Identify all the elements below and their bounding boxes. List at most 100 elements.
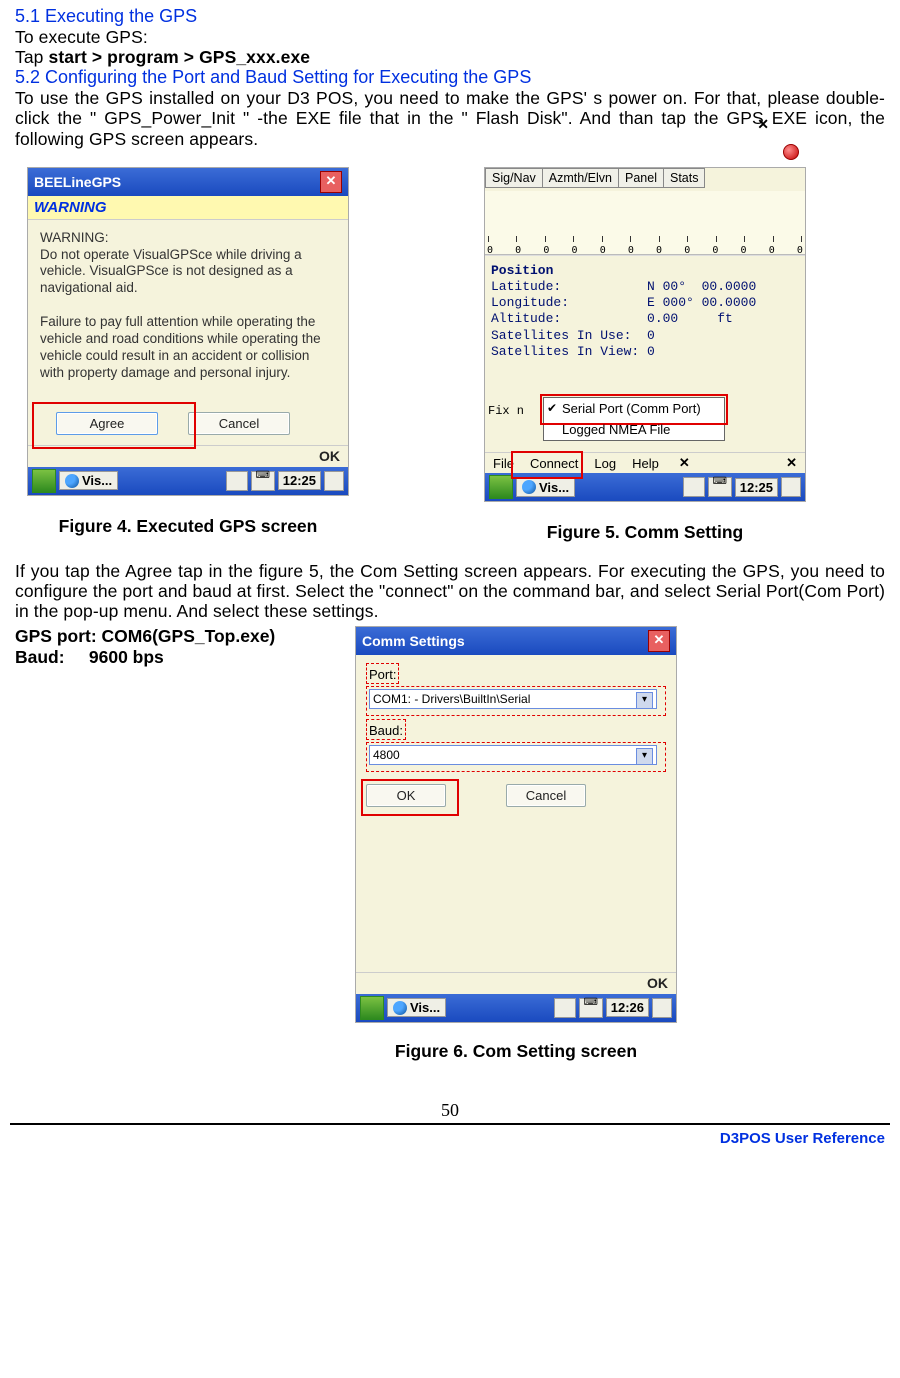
keyboard-icon[interactable]: ⌨ [579, 998, 603, 1018]
port-label: Port: [369, 667, 396, 682]
warning-text: WARNING: Do not operate VisualGPSce whil… [28, 220, 348, 408]
highlight-box [32, 402, 196, 449]
taskbar-time: 12:25 [735, 478, 778, 497]
sat-val: 0 [487, 245, 493, 256]
sat-val: 0 [684, 245, 690, 256]
cancel-button[interactable]: Cancel [506, 784, 586, 807]
screens-icon[interactable] [781, 477, 801, 497]
sat-val: 0 [515, 245, 521, 256]
tab-azmth[interactable]: Azmth/Elvn [542, 168, 619, 188]
sat-val: 0 [543, 245, 549, 256]
close-icon[interactable]: ✕ [778, 453, 805, 473]
cancel-button[interactable]: Cancel [188, 412, 290, 435]
start-icon[interactable] [360, 996, 384, 1020]
screens-icon[interactable] [324, 471, 344, 491]
sat-val: 0 [741, 245, 747, 256]
heading-5-2: 5.2 Configuring the Port and Baud Settin… [15, 67, 885, 88]
satellite-bars: 0 0 0 0 0 0 0 0 0 0 0 0 [485, 191, 805, 255]
figure-6-screenshot: Comm Settings ✕ Port: COM1: - Drivers\Bu… [355, 626, 677, 1023]
taskbar: Vis... ⌨ 12:25 [28, 467, 348, 495]
chevron-down-icon[interactable]: ▾ [636, 748, 653, 765]
footer-text: D3POS User Reference [0, 1130, 900, 1155]
close-icon[interactable]: ✕ [671, 453, 698, 473]
baud-label: Baud: [369, 723, 403, 738]
globe-icon [65, 474, 79, 488]
sat-val: 0 [712, 245, 718, 256]
text-to-execute: To execute GPS: [15, 27, 885, 47]
menubar: File Connect Log Help ✕ ✕ [485, 452, 805, 473]
taskbar-app-label: Vis... [410, 1000, 440, 1015]
taskbar-app-label: Vis... [539, 480, 569, 495]
sat-val: 0 [628, 245, 634, 256]
port-value: COM1: - Drivers\BuiltIn\Serial [373, 692, 530, 706]
record-icon[interactable] [783, 144, 799, 160]
para-after-figs: If you tap the Agree tap in the figure 5… [15, 561, 885, 621]
screens-icon[interactable] [652, 998, 672, 1018]
figure-5-screenshot: Sig/Nav Azmth/Elvn Panel Stats 0 0 0 0 [484, 167, 806, 503]
chevron-down-icon[interactable]: ▾ [636, 692, 653, 709]
warning-label: WARNING [28, 196, 348, 220]
fix-label: Fix n [488, 404, 524, 418]
figure-6-caption: Figure 6. Com Setting screen [355, 1041, 677, 1062]
tab-stats[interactable]: Stats [663, 168, 706, 188]
taskbar: Vis... ⌨ 12:26 [356, 994, 676, 1022]
taskbar-time: 12:26 [606, 998, 649, 1017]
taskbar-app[interactable]: Vis... [516, 478, 575, 497]
highlight-box [511, 451, 583, 479]
speaker-icon[interactable] [226, 471, 248, 491]
tap-path: start > program > GPS_xxx.exe [48, 47, 310, 67]
window-titlebar: Comm Settings ✕ [356, 627, 676, 655]
window-title: Comm Settings [362, 633, 465, 649]
close-icon[interactable]: ✕ [648, 630, 670, 652]
keyboard-icon[interactable]: ⌨ [708, 477, 732, 497]
globe-icon [393, 1001, 407, 1015]
popup-menu: ✔ Serial Port (Comm Port) Logged NMEA Fi… [543, 397, 725, 441]
sat-val: 0 [572, 245, 578, 256]
footer-line [10, 1123, 890, 1125]
keyboard-icon[interactable]: ⌨ [251, 471, 275, 491]
close-icon[interactable]: ✕ [757, 116, 769, 133]
start-icon[interactable] [32, 469, 56, 493]
settings-baud-line: Baud: 9600 bps [15, 647, 315, 668]
taskbar-time: 12:25 [278, 471, 321, 490]
taskbar-app[interactable]: Vis... [59, 471, 118, 490]
check-icon: ✔ [547, 401, 557, 415]
figure-5-caption: Figure 5. Comm Setting [484, 522, 806, 543]
para-5-2: To use the GPS installed on your D3 POS,… [15, 88, 885, 148]
speaker-icon[interactable] [554, 998, 576, 1018]
close-icon[interactable]: ✕ [320, 171, 342, 193]
position-block: Position Latitude: N 00° 00.0000 Longitu… [485, 255, 805, 371]
sat-val: 0 [797, 245, 803, 256]
menu-help[interactable]: Help [624, 454, 667, 473]
port-field[interactable]: COM1: - Drivers\BuiltIn\Serial ▾ [369, 689, 657, 709]
menu-log[interactable]: Log [586, 454, 624, 473]
sat-val: 0 [769, 245, 775, 256]
tab-signav[interactable]: Sig/Nav [485, 168, 543, 188]
baud-field[interactable]: 4800 ▾ [369, 745, 657, 765]
window-titlebar: BEELineGPS ✕ [28, 168, 348, 196]
taskbar-app-label: Vis... [82, 473, 112, 488]
sat-val: 0 [600, 245, 606, 256]
heading-5-1: 5.1 Executing the GPS [15, 6, 885, 27]
tab-panel[interactable]: Panel [618, 168, 664, 188]
position-title: Position [491, 263, 553, 278]
page-number: 50 [15, 1100, 885, 1121]
menu-serial-label: Serial Port (Comm Port) [562, 401, 701, 416]
tap-prefix: Tap [15, 47, 48, 67]
taskbar-app[interactable]: Vis... [387, 998, 446, 1017]
globe-icon [522, 480, 536, 494]
tab-row: Sig/Nav Azmth/Elvn Panel Stats [485, 168, 805, 188]
menu-serial-port[interactable]: ✔ Serial Port (Comm Port) [544, 398, 724, 419]
settings-port-line: GPS port: COM6(GPS_Top.exe) [15, 626, 315, 647]
text-tap-line: Tap start > program > GPS_xxx.exe [15, 47, 885, 67]
menu-logged-nmea[interactable]: Logged NMEA File [544, 419, 724, 440]
baud-value: 4800 [373, 748, 400, 762]
ok-bar[interactable]: OK [356, 972, 676, 994]
highlight-box [361, 779, 459, 816]
start-icon[interactable] [489, 475, 513, 499]
window-title: BEELineGPS [34, 174, 121, 190]
speaker-icon[interactable] [683, 477, 705, 497]
sat-val: 0 [656, 245, 662, 256]
position-lines: Latitude: N 00° 00.0000 Longitude: E 000… [491, 279, 756, 359]
figure-4-caption: Figure 4. Executed GPS screen [27, 516, 349, 537]
